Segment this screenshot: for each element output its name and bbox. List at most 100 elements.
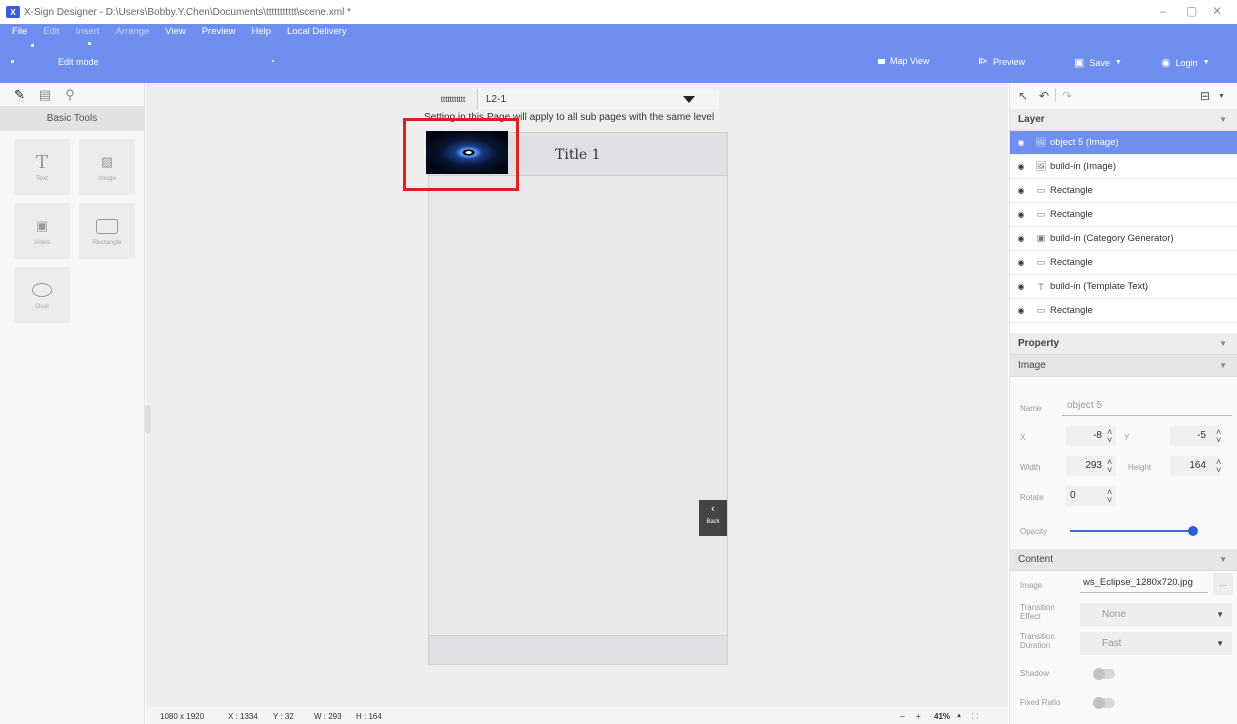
layer-type-icon: T bbox=[1038, 281, 1044, 292]
play-icon: ⧐ bbox=[978, 56, 988, 67]
redo-icon[interactable]: ↷ bbox=[1062, 89, 1072, 103]
phone-footer[interactable] bbox=[429, 635, 727, 664]
layer-type-icon: ▭ bbox=[1036, 257, 1046, 267]
save-button[interactable]: ▣ Save ▼ bbox=[1074, 56, 1122, 69]
layer-type-icon: ▭ bbox=[1036, 209, 1046, 219]
rotate-input[interactable]: 0 bbox=[1070, 490, 1076, 501]
image-section-header[interactable]: Image ▼ bbox=[1010, 355, 1237, 377]
login-button[interactable]: ◉ Login ▼ bbox=[1161, 56, 1210, 69]
browse-button[interactable]: ... bbox=[1213, 573, 1233, 595]
y-input[interactable]: -5 bbox=[1170, 430, 1206, 441]
content-fields: Image ws_Eclipse_1280x720.jpg ... Transi… bbox=[1010, 571, 1237, 724]
phone-page-preview[interactable]: Title 1 bbox=[426, 131, 728, 665]
video-tool[interactable]: ▣ Video bbox=[14, 203, 70, 259]
undo-icon[interactable]: ↶ bbox=[1039, 89, 1049, 103]
menu-local-delivery[interactable]: Local Delivery bbox=[287, 26, 347, 40]
name-input[interactable]: object 5 bbox=[1067, 400, 1102, 411]
x-stepper-icon[interactable]: ˄ ˅ bbox=[1107, 428, 1112, 445]
fixed-ratio-toggle[interactable] bbox=[1093, 697, 1115, 709]
visibility-eye-icon[interactable]: ◉ bbox=[1010, 258, 1032, 267]
zoom-up-icon[interactable]: ▲ bbox=[956, 713, 962, 719]
panel-splitter[interactable] bbox=[145, 405, 151, 433]
layer-row[interactable]: ◉ Tbuild-in (Template Text) bbox=[1010, 275, 1237, 299]
select-icon[interactable]: ↖ bbox=[1018, 89, 1028, 103]
visibility-eye-icon[interactable]: ◉ bbox=[1010, 186, 1032, 195]
visibility-eye-icon[interactable]: ◉ bbox=[1010, 306, 1032, 315]
layer-row[interactable]: ◉ ▣ build-in (Category Generator) bbox=[1010, 227, 1237, 251]
width-stepper-icon[interactable]: ˄ ˅ bbox=[1107, 458, 1112, 475]
property-title: Property bbox=[1018, 338, 1060, 349]
fit-screen-icon[interactable]: ⛶ bbox=[972, 712, 978, 722]
text-tool[interactable]: T Text bbox=[14, 139, 70, 195]
minimize-button[interactable]: – bbox=[1160, 4, 1167, 18]
chevron-down-icon[interactable]: ▼ bbox=[1218, 93, 1225, 100]
menu-insert[interactable]: Insert bbox=[76, 26, 100, 40]
back-button[interactable]: ‹ Back bbox=[699, 500, 727, 536]
menu-help[interactable]: Help bbox=[251, 26, 271, 40]
user-icon: ◉ bbox=[1161, 57, 1171, 69]
page-dropdown[interactable]: L2-1 bbox=[477, 89, 719, 109]
oval-tool[interactable]: Oval bbox=[14, 267, 70, 323]
layer-name: build-in (Category Generator) bbox=[1050, 233, 1174, 244]
status-resolution: 1080 x 1920 bbox=[160, 712, 205, 721]
transition-effect-dropdown[interactable]: None ▼ bbox=[1080, 603, 1232, 626]
rectangle-tool[interactable]: Rectangle bbox=[79, 203, 135, 259]
property-fields: Name object 5 X -8 ˄ ˅ Y -5 ˄ ˅ Width 293 … bbox=[1010, 377, 1237, 549]
visibility-eye-icon[interactable]: ◉ bbox=[1010, 234, 1032, 243]
menu-preview[interactable]: Preview bbox=[202, 26, 236, 40]
map-view-button[interactable]: Map View bbox=[878, 56, 929, 66]
image-tool[interactable]: ▨ Image bbox=[79, 139, 135, 195]
y-stepper-icon[interactable]: ˄ ˅ bbox=[1216, 428, 1221, 445]
layer-row[interactable]: ◉ ▭ Rectangle bbox=[1010, 251, 1237, 275]
layer-row[interactable]: ◉ 🖼 object 5 (Image) bbox=[1010, 131, 1237, 155]
transition-effect-value: None bbox=[1102, 609, 1126, 620]
opacity-slider-thumb[interactable] bbox=[1188, 526, 1198, 536]
transition-duration-dropdown[interactable]: Fast ▼ bbox=[1080, 632, 1232, 655]
height-input[interactable]: 164 bbox=[1170, 460, 1206, 471]
app-header: File Edit Insert Arrange View Preview He… bbox=[0, 24, 1237, 83]
layer-name: Rectangle bbox=[1050, 209, 1093, 220]
collapse-icon: ▼ bbox=[1219, 339, 1227, 348]
close-button[interactable]: ✕ bbox=[1212, 4, 1222, 18]
rotate-stepper-icon[interactable]: ˄ ˅ bbox=[1107, 488, 1112, 505]
width-input[interactable]: 293 bbox=[1066, 460, 1102, 471]
layer-toolbar: ↖ ↶ ↷ ⊟ ▼ bbox=[1010, 83, 1237, 109]
layer-name: Rectangle bbox=[1050, 257, 1093, 268]
opacity-slider-track[interactable] bbox=[1070, 530, 1192, 532]
visibility-eye-icon[interactable]: ◉ bbox=[1010, 282, 1032, 291]
visibility-eye-icon[interactable]: ◉ bbox=[1010, 162, 1032, 171]
maximize-button[interactable]: ▢ bbox=[1186, 4, 1197, 18]
shadow-toggle[interactable] bbox=[1093, 668, 1115, 680]
menu-view[interactable]: View bbox=[165, 26, 185, 40]
name-underline bbox=[1062, 415, 1232, 416]
phone-title[interactable]: Title 1 bbox=[555, 147, 601, 163]
pen-icon[interactable]: ✎ bbox=[14, 87, 25, 103]
layer-row[interactable]: ◉ 🖼 build-in (Image) bbox=[1010, 155, 1237, 179]
menu-file[interactable]: File bbox=[12, 26, 27, 40]
menu-edit[interactable]: Edit bbox=[43, 26, 59, 40]
app-logo-icon: X bbox=[6, 6, 20, 18]
widget-icon[interactable]: ⚲ bbox=[65, 87, 75, 103]
zoom-in-button[interactable]: + bbox=[916, 712, 921, 721]
rotate-label: Rotate bbox=[1020, 493, 1044, 502]
collapse-icon: ▼ bbox=[1219, 115, 1227, 124]
layer-row[interactable]: ◉ ▭ Rectangle bbox=[1010, 299, 1237, 323]
layer-section-header[interactable]: Layer ▼ bbox=[1010, 109, 1237, 131]
zoom-out-button[interactable]: – bbox=[900, 712, 904, 721]
design-canvas[interactable]: ttttttttttt L2-1 Setting in this Page wi… bbox=[146, 83, 1008, 707]
height-stepper-icon[interactable]: ˄ ˅ bbox=[1216, 458, 1221, 475]
align-icon[interactable]: ⊟ bbox=[1200, 89, 1210, 103]
content-section-header[interactable]: Content ▼ bbox=[1010, 549, 1237, 571]
page-selector[interactable]: ttttttttttt L2-1 bbox=[429, 89, 719, 109]
menu-arrange[interactable]: Arrange bbox=[115, 26, 149, 40]
template-icon[interactable]: ▤ bbox=[39, 87, 51, 103]
window-title: X-Sign Designer - D:\Users\Bobby.Y.Chen\… bbox=[24, 6, 351, 18]
preview-button[interactable]: ⧐ Preview bbox=[978, 56, 1025, 67]
layer-row[interactable]: ◉ ▭ Rectangle bbox=[1010, 179, 1237, 203]
x-input[interactable]: -8 bbox=[1066, 430, 1102, 441]
layer-row[interactable]: ◉ ▭ Rectangle bbox=[1010, 203, 1237, 227]
visibility-eye-icon[interactable]: ◉ bbox=[1010, 210, 1032, 219]
visibility-eye-icon[interactable]: ◉ bbox=[1010, 138, 1032, 147]
toolbar-divider bbox=[1055, 88, 1056, 102]
property-section-header[interactable]: Property ▼ bbox=[1010, 333, 1237, 355]
